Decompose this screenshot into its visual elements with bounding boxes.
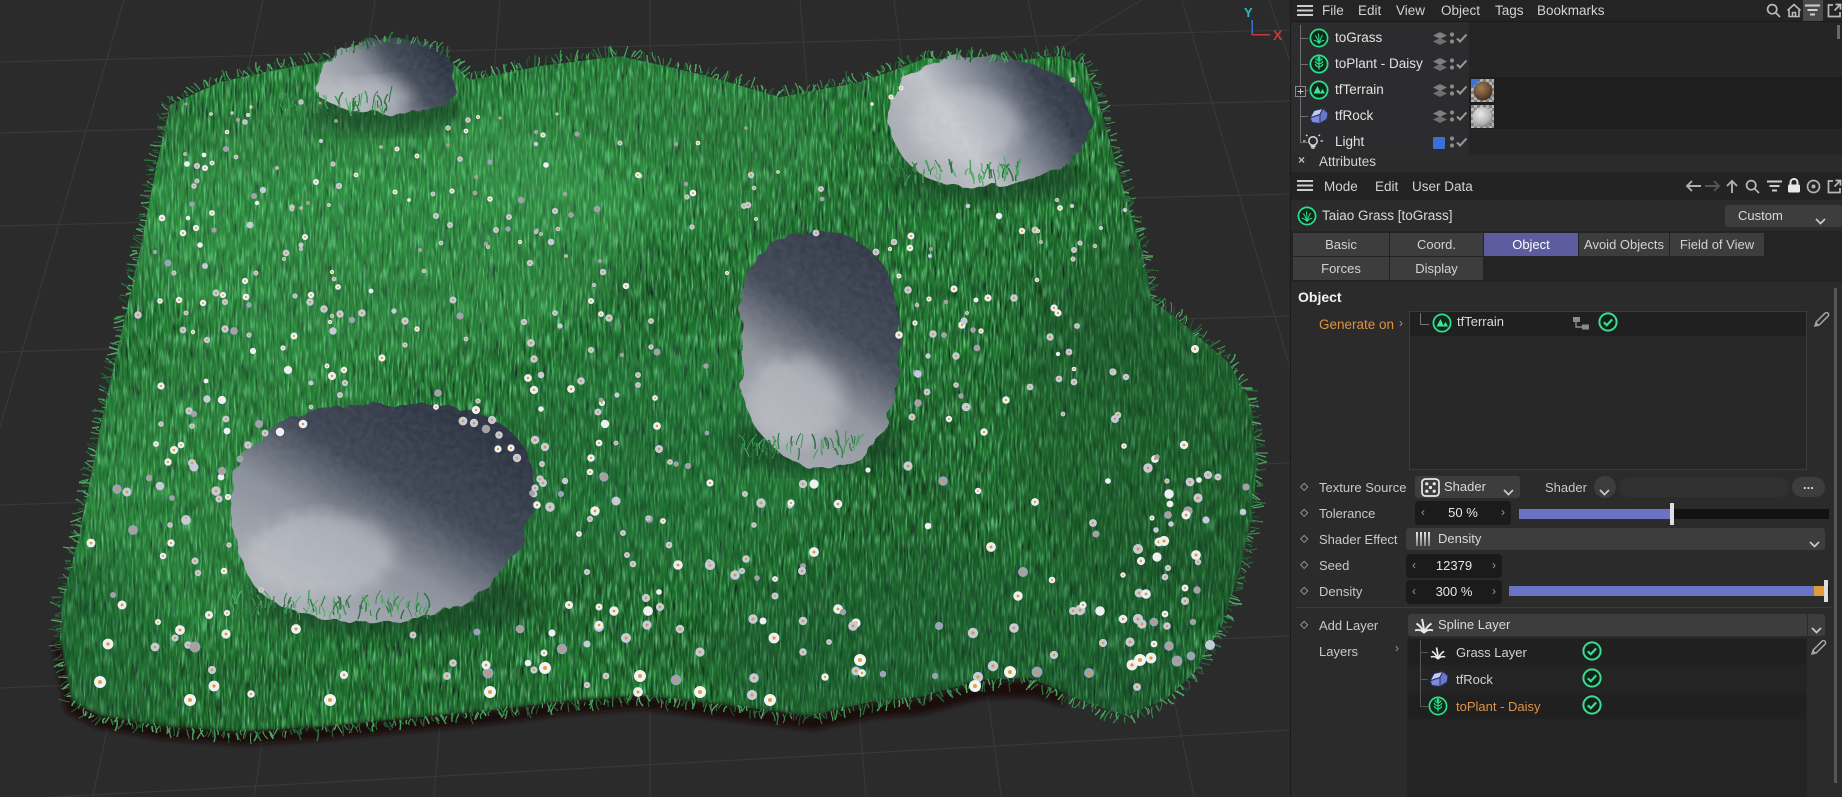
svg-text:X: X — [1273, 27, 1283, 43]
svg-text:Y: Y — [1244, 5, 1253, 20]
